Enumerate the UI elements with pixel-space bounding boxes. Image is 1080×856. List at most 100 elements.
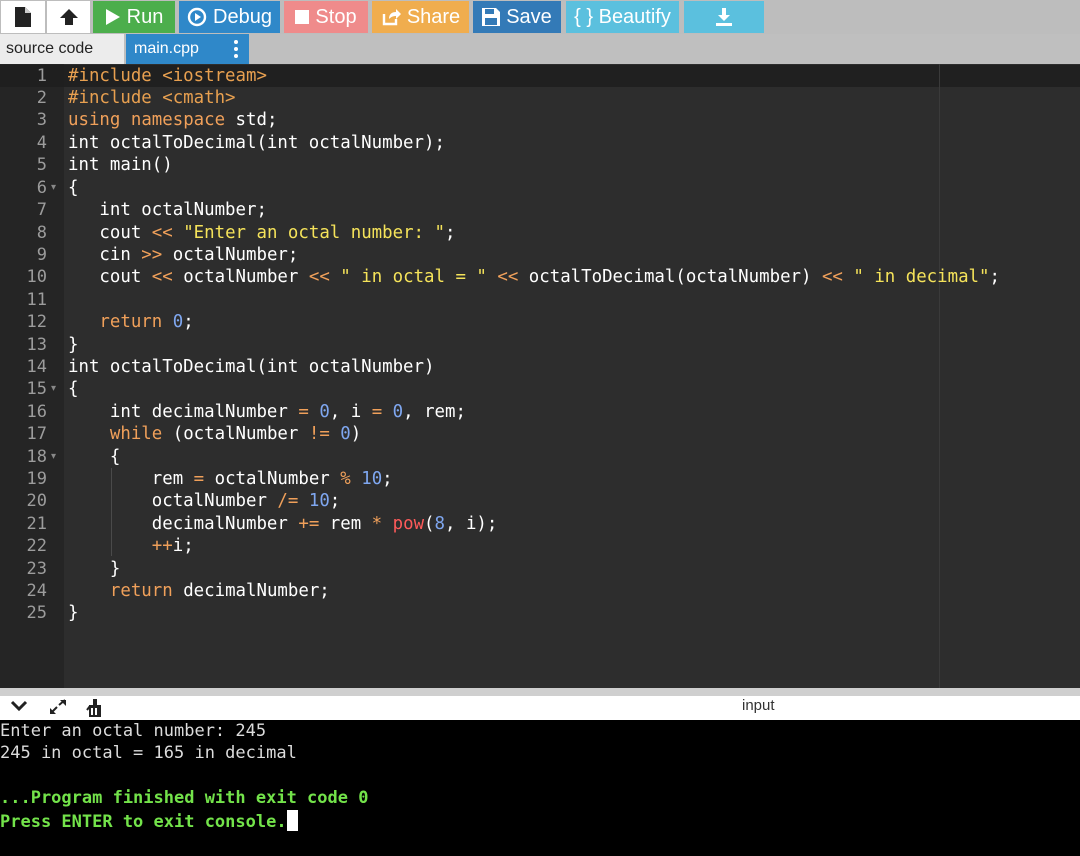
code-token: rem — [68, 469, 194, 489]
code-token: " in decimal" — [853, 267, 990, 287]
code-token: pow — [392, 514, 425, 534]
code-token: << — [151, 267, 173, 287]
code-token: ; — [183, 312, 194, 332]
line-number: 17 — [26, 424, 47, 444]
line-number: 7 — [36, 200, 47, 220]
new-file-button[interactable] — [1, 1, 45, 33]
code-token: " in octal = " — [340, 267, 487, 287]
code-token: octalNumber; — [162, 245, 299, 265]
code-token: ; — [382, 469, 393, 489]
code-line: rem = octalNumber % 10; — [68, 468, 393, 490]
code-line: } — [68, 602, 78, 624]
code-line: return decimalNumber; — [68, 580, 330, 602]
code-token: << — [308, 267, 330, 287]
code-line: #include <cmath> — [68, 87, 236, 109]
upload-button[interactable] — [47, 1, 90, 33]
code-token: int main() — [68, 155, 173, 175]
line-number: 15 — [26, 379, 47, 399]
code-token: /= — [277, 491, 299, 511]
vertical-dots-icon[interactable] — [231, 34, 241, 64]
code-line: decimalNumber += rem * pow(8, i); — [68, 513, 498, 535]
code-token: return — [99, 312, 163, 332]
code-line: octalNumber /= 10; — [68, 490, 341, 512]
code-token: #include — [68, 66, 163, 86]
expand-arrows-icon[interactable] — [48, 698, 68, 721]
tab-source-code[interactable]: source code — [0, 34, 124, 64]
code-token: << — [821, 267, 843, 287]
code-line: int octalToDecimal(int octalNumber) — [68, 356, 434, 378]
console-header: input — [0, 696, 1080, 720]
run-button[interactable]: Run — [93, 1, 175, 33]
tab-main-cpp-label: main.cpp — [134, 40, 199, 57]
share-button[interactable]: Share — [372, 1, 469, 33]
code-line: #include <iostream> — [68, 65, 267, 87]
code-token: octalToDecimal(octalNumber) — [518, 267, 822, 287]
code-token: += — [298, 514, 320, 534]
play-icon — [105, 9, 120, 25]
line-number: 18 — [26, 447, 47, 467]
line-number: 3 — [36, 110, 47, 130]
code-token: octalNumber — [172, 267, 309, 287]
fold-marker-icon[interactable]: ▾ — [51, 446, 56, 468]
debug-circle-icon — [187, 7, 207, 27]
line-number: 9 — [36, 245, 47, 265]
code-token: , i — [329, 402, 372, 422]
line-number: 10 — [26, 267, 47, 287]
save-button[interactable]: Save — [473, 1, 561, 33]
code-line: { — [68, 177, 78, 199]
beautify-button[interactable]: { } Beautify — [566, 1, 679, 33]
code-token: octalNumber — [204, 469, 341, 489]
code-line: cout << "Enter an octal number: "; — [68, 222, 455, 244]
code-token: int octalToDecimal(int octalNumber) — [68, 357, 435, 377]
fold-marker-icon[interactable]: ▾ — [51, 378, 56, 400]
fold-marker-icon[interactable]: ▾ — [51, 177, 56, 199]
console-line-press-enter: Press ENTER to exit console. — [0, 810, 298, 833]
code-token: } — [68, 603, 79, 623]
code-token: 10 — [308, 491, 330, 511]
chevron-down-icon[interactable] — [10, 699, 28, 718]
pane-splitter[interactable] — [0, 688, 1080, 696]
code-token: rem — [319, 514, 372, 534]
download-button[interactable] — [684, 1, 764, 33]
console-input-label[interactable]: input — [742, 696, 775, 716]
debug-button[interactable]: Debug — [179, 1, 280, 33]
share-icon — [382, 9, 401, 26]
line-number: 25 — [26, 603, 47, 623]
stop-label: Stop — [315, 5, 357, 28]
console-output[interactable]: Enter an octal number: 245 245 in octal … — [0, 720, 1080, 856]
code-line: { — [68, 378, 78, 400]
code-token: (octalNumber — [162, 424, 309, 444]
line-number: 22 — [26, 536, 47, 556]
stop-button[interactable]: Stop — [284, 1, 368, 33]
line-number: 1 — [36, 66, 47, 86]
code-token: ; — [329, 491, 341, 511]
code-token: >> — [141, 245, 163, 265]
code-line: ++i; — [68, 535, 194, 557]
code-token: , rem; — [403, 402, 466, 422]
code-token: int octalNumber; — [68, 200, 267, 220]
code-line: cout << octalNumber << " in octal = " <<… — [68, 266, 1000, 288]
code-editor[interactable]: 1 2 3 4 5 6 7 8 9 10 11 12 13 14 15 16 1… — [0, 64, 1080, 688]
code-token: cout — [68, 223, 152, 243]
line-number: 14 — [26, 357, 47, 377]
code-token: { — [68, 447, 121, 467]
code-token: <iostream> — [162, 66, 267, 86]
beautify-label: { } Beautify — [574, 5, 671, 28]
tab-main-cpp[interactable]: main.cpp — [126, 34, 249, 64]
code-token: 0 — [340, 424, 351, 444]
code-token: ) — [350, 424, 362, 444]
line-number: 5 — [36, 155, 47, 175]
code-line: int decimalNumber = 0, i = 0, rem; — [68, 401, 466, 423]
code-token: decimalNumber — [68, 514, 299, 534]
floppy-disk-icon — [482, 8, 501, 26]
